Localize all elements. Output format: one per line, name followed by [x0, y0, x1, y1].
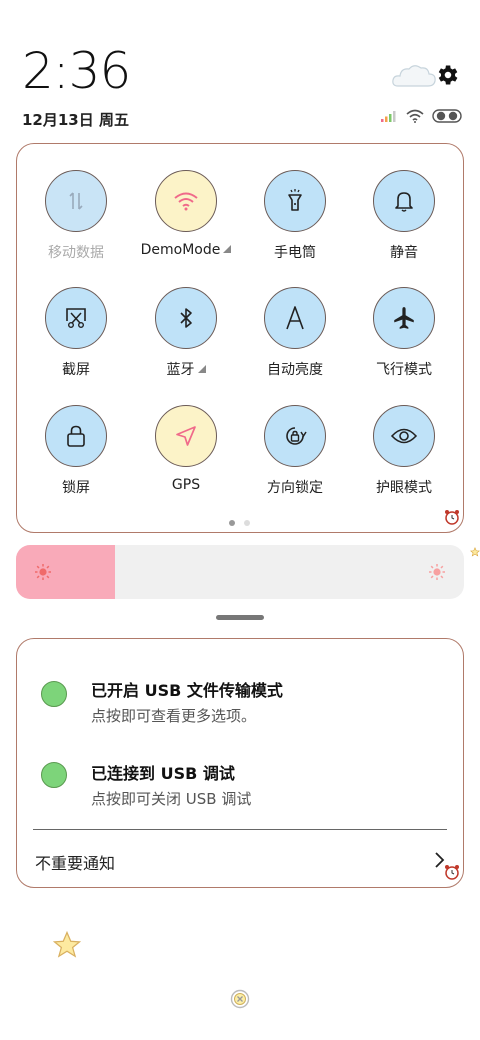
clear-all-icon[interactable] — [230, 989, 250, 1013]
tile-flashlight[interactable]: 手电筒 — [240, 170, 350, 262]
tile-label: 自动亮度 — [267, 362, 323, 378]
tile-label-row: DemoMode — [131, 242, 241, 258]
eye-icon — [373, 405, 435, 467]
tile-gps[interactable]: GPS — [131, 405, 241, 493]
header-actions — [390, 60, 460, 94]
tile-mobile-data[interactable]: 移动数据 — [21, 170, 131, 262]
clock: 2:36 — [22, 42, 131, 100]
tile-label: 移动数据 — [48, 245, 104, 261]
tile-label: DemoMode — [140, 242, 221, 258]
tile-label: 方向锁定 — [267, 480, 323, 496]
dropdown-triangle-icon[interactable] — [197, 365, 206, 373]
flashlight-icon — [264, 170, 326, 232]
drag-handle[interactable] — [216, 615, 264, 620]
notification-subtitle: 点按即可关闭 USB 调试 — [91, 790, 252, 808]
signal-icon — [380, 108, 398, 127]
tile-wifi[interactable]: DemoMode — [131, 170, 241, 258]
auto-brightness-icon — [264, 287, 326, 349]
rotation-lock-icon — [264, 405, 326, 467]
tile-auto-brightness[interactable]: 自动亮度 — [240, 287, 350, 379]
airplane-icon — [373, 287, 435, 349]
star-sticker-icon — [470, 542, 480, 561]
tile-bluetooth[interactable]: 蓝牙 — [131, 287, 241, 379]
status-bar-icons — [380, 108, 462, 127]
mobile-data-icon — [45, 170, 107, 232]
screenshot-icon — [45, 287, 107, 349]
tile-lock-screen[interactable]: 锁屏 — [21, 405, 131, 497]
brightness-fill — [16, 545, 115, 599]
android-face-icon — [41, 762, 67, 788]
notification-title: 已开启 USB 文件传输模式 — [91, 681, 283, 700]
clock-sticker-icon — [443, 863, 461, 885]
tile-label: 截屏 — [62, 362, 90, 378]
tile-eye-care[interactable]: 护眼模式 — [349, 405, 459, 497]
location-icon — [155, 405, 217, 467]
tile-rotation-lock[interactable]: 方向锁定 — [240, 405, 350, 497]
tile-mute[interactable]: 静音 — [349, 170, 459, 262]
page-dot — [244, 520, 250, 526]
cloud-icon — [390, 60, 438, 94]
tile-label: 锁屏 — [62, 480, 90, 496]
notification-title: 已连接到 USB 调试 — [91, 764, 235, 783]
page-dot — [229, 520, 235, 526]
wifi-status-icon — [406, 108, 424, 127]
bluetooth-icon — [155, 287, 217, 349]
tile-label: 手电筒 — [274, 245, 316, 261]
notification-subtitle: 点按即可查看更多选项。 — [91, 707, 257, 725]
settings-gear-icon[interactable] — [434, 62, 460, 92]
clock-sticker-icon — [443, 508, 461, 530]
brightness-high-sun-icon — [428, 563, 446, 585]
star-sticker-icon — [52, 930, 82, 964]
tile-label: 护眼模式 — [376, 480, 432, 496]
page-indicator — [229, 520, 250, 526]
android-face-icon — [41, 681, 67, 707]
tile-label: 飞行模式 — [376, 362, 432, 378]
date: 12月13日 周五 — [22, 111, 129, 129]
battery-icon — [432, 108, 462, 127]
tile-screenshot[interactable]: 截屏 — [21, 287, 131, 379]
unimportant-notifications-label[interactable]: 不重要通知 — [35, 850, 115, 874]
brightness-low-sun-icon — [34, 563, 52, 585]
tile-airplane[interactable]: 飞行模式 — [349, 287, 459, 379]
divider — [33, 829, 447, 830]
notification-panel: 已开启 USB 文件传输模式 点按即可查看更多选项。 已连接到 USB 调试 点… — [16, 638, 464, 888]
brightness-slider[interactable] — [16, 545, 464, 599]
lock-icon — [45, 405, 107, 467]
tile-label: 静音 — [390, 245, 418, 261]
tile-label: GPS — [171, 477, 201, 493]
wifi-icon — [155, 170, 217, 232]
dropdown-triangle-icon[interactable] — [223, 245, 232, 253]
bell-icon — [373, 170, 435, 232]
quick-settings-panel: 移动数据 DemoMode 手电筒 静音 截屏 蓝牙 自动亮度 飞行模式 锁屏 … — [16, 143, 464, 533]
tile-label: 蓝牙 — [166, 362, 195, 378]
tile-label-row: 蓝牙 — [131, 359, 241, 379]
